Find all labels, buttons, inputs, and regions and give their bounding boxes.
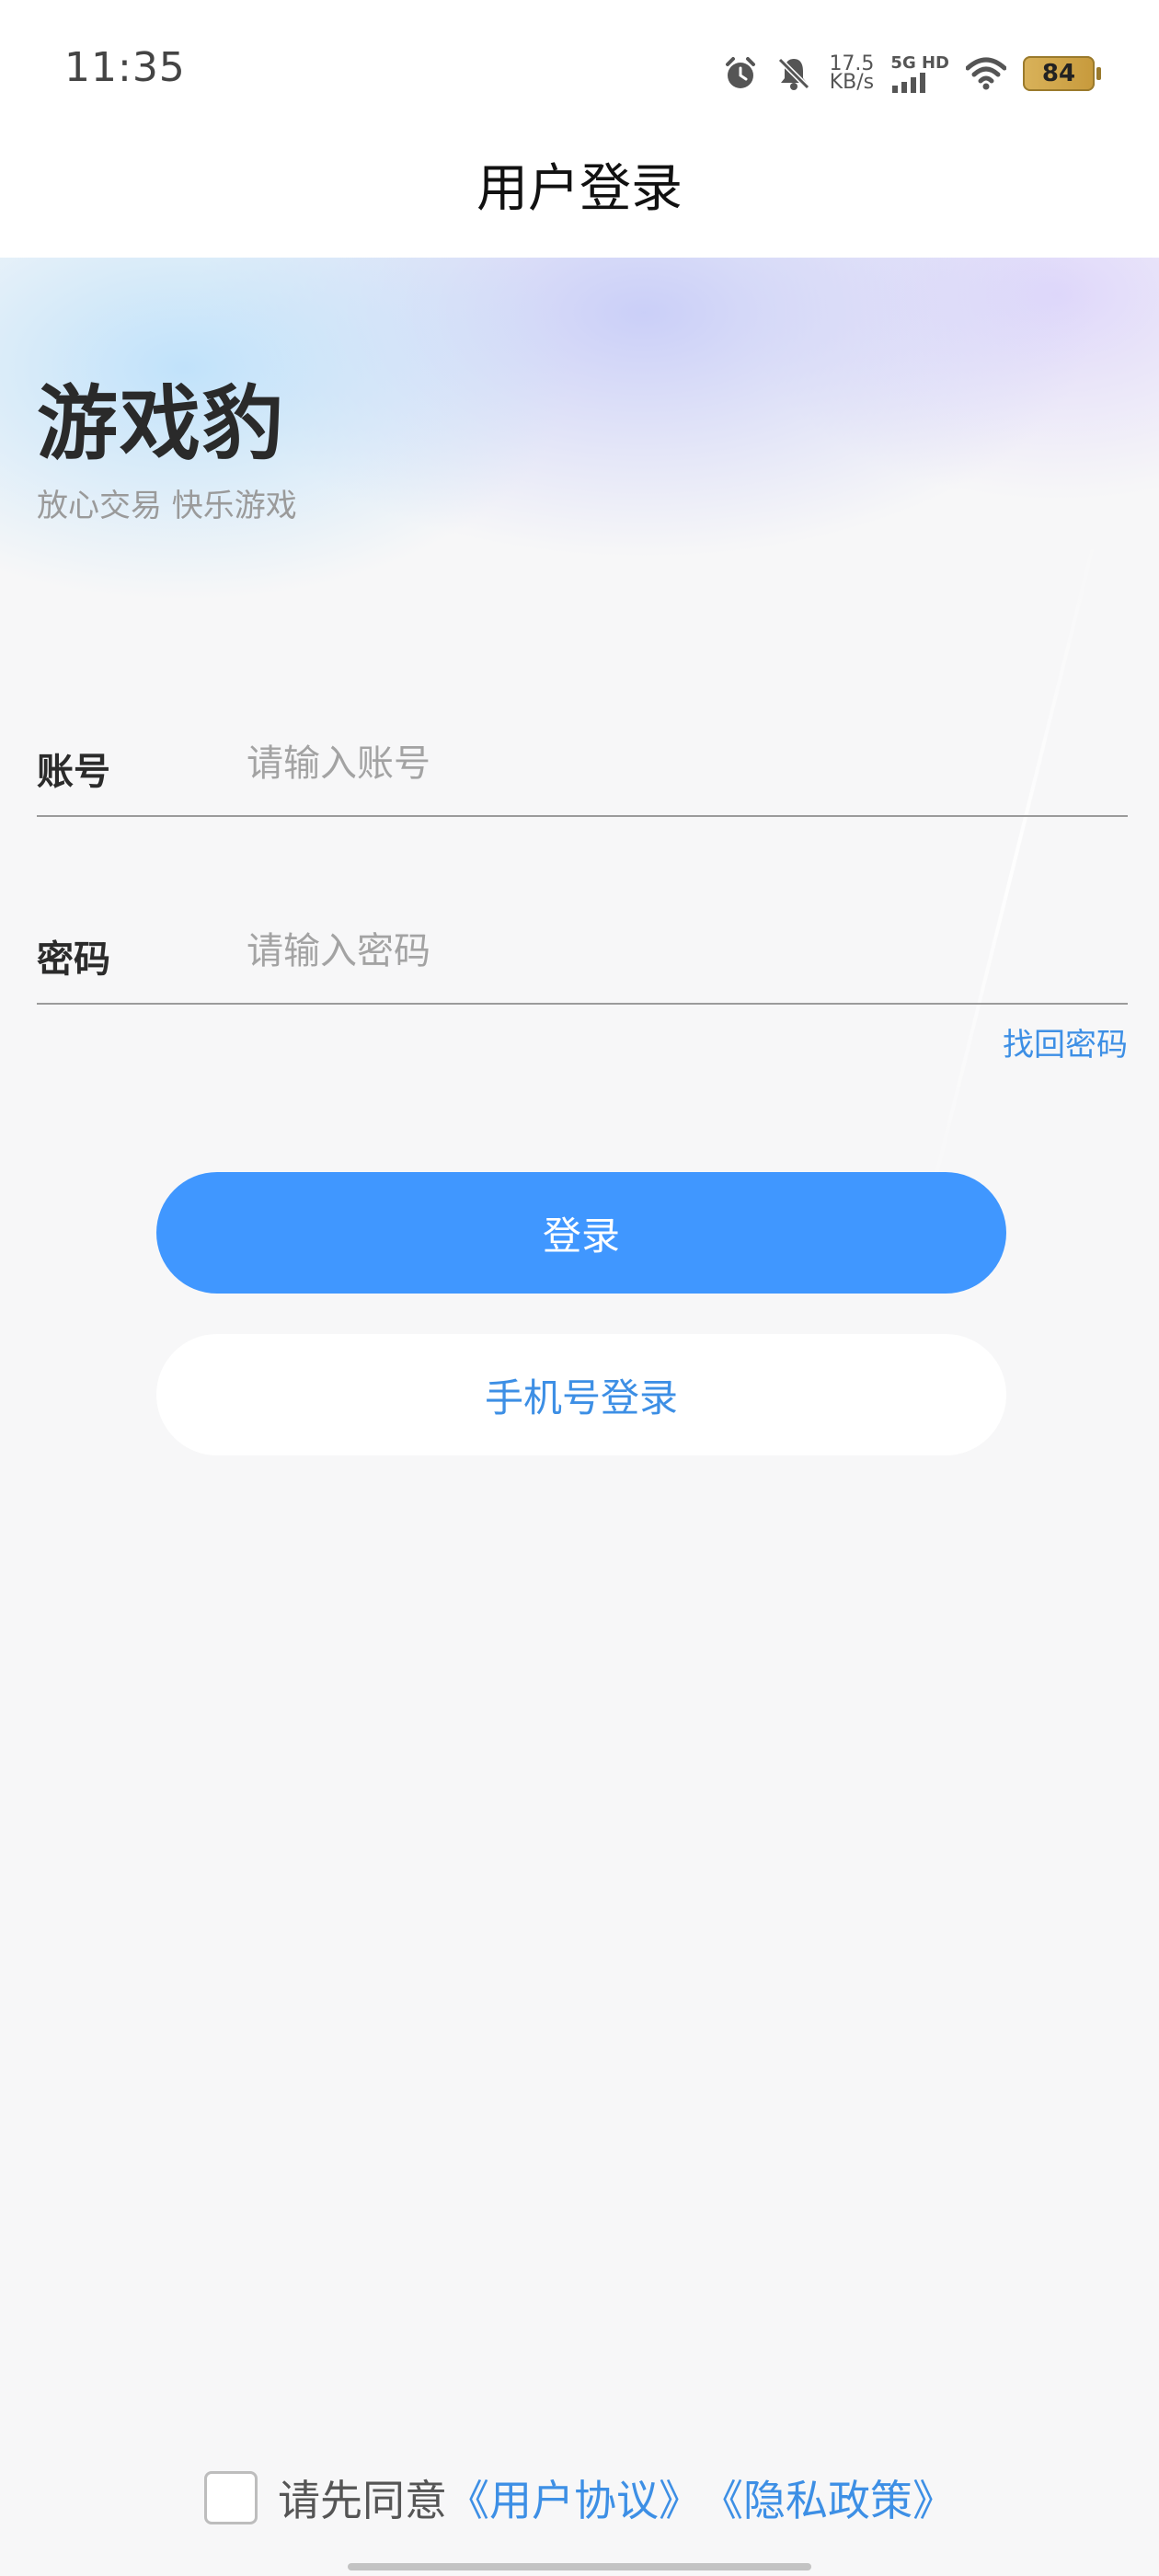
phone-login-button[interactable]: 手机号登录: [156, 1334, 1006, 1455]
status-bar: 11:35 17.5 KB/s 5G HD 84: [0, 0, 1159, 129]
signal-group: 5G HD: [890, 54, 949, 93]
agreement-checkbox[interactable]: [204, 2471, 258, 2524]
home-indicator[interactable]: [348, 2563, 811, 2570]
password-field: 密码: [37, 902, 1128, 1005]
password-label: 密码: [37, 938, 110, 981]
user-agreement-link[interactable]: 《用户协议》: [447, 2467, 701, 2528]
signal-label: 5G HD: [890, 53, 949, 73]
brand-slogan: 放心交易 快乐游戏: [37, 488, 297, 524]
status-time: 11:35: [64, 44, 186, 91]
page-title: 用户登录: [476, 159, 683, 219]
brand-name: 游戏豹: [37, 376, 286, 471]
agreement-row: 请先同意 《用户协议》 《隐私政策》: [0, 2467, 1159, 2528]
wifi-icon: [966, 57, 1006, 90]
net-speed-unit: KB/s: [829, 71, 875, 94]
account-field: 账号: [37, 714, 1128, 817]
status-icons: 17.5 KB/s 5G HD 84: [722, 46, 1101, 101]
password-input[interactable]: [245, 918, 1076, 984]
net-speed: 17.5 KB/s: [829, 54, 875, 94]
battery-icon: 84: [1023, 56, 1101, 91]
bell-muted-icon: [775, 55, 812, 92]
forgot-password-link[interactable]: 找回密码: [1003, 1019, 1128, 1064]
battery-level: 84: [1041, 60, 1076, 87]
signal-icon: [890, 73, 929, 93]
alarm-icon: [722, 55, 759, 92]
login-button[interactable]: 登录: [156, 1172, 1006, 1294]
account-input[interactable]: [245, 730, 1076, 797]
privacy-policy-link[interactable]: 《隐私政策》: [701, 2467, 955, 2528]
agreement-prefix: 请先同意: [278, 2476, 447, 2525]
account-label: 账号: [37, 751, 110, 793]
